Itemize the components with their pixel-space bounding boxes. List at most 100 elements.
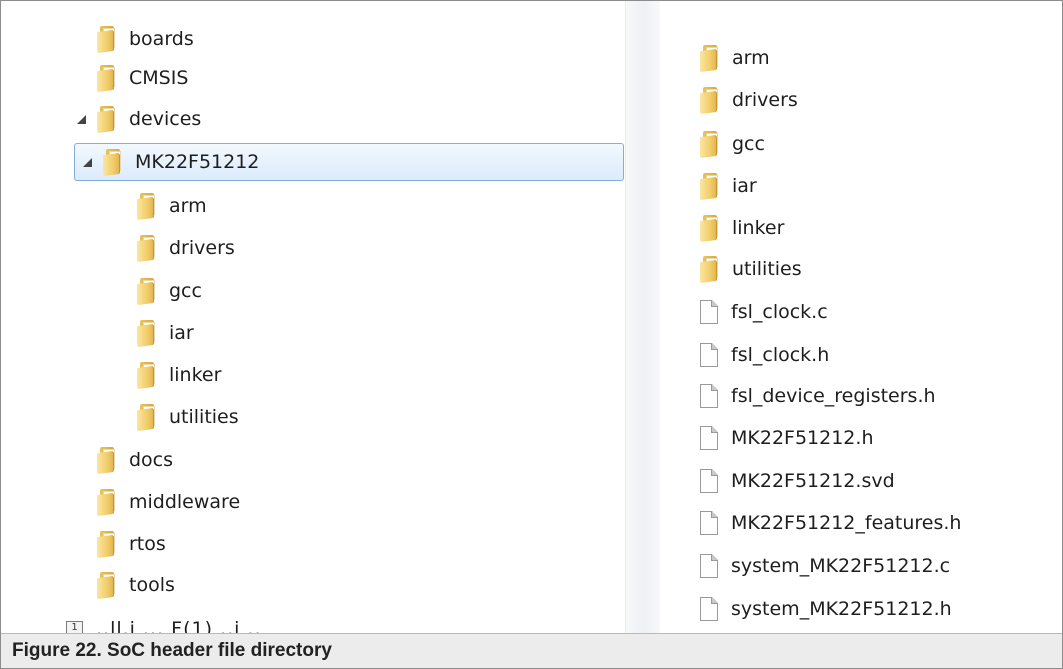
folder-icon [700,215,720,243]
folder-icon [700,87,720,115]
tree-item-label: arm [169,195,207,217]
file-list-item[interactable]: system_MK22F51212.c [700,547,950,585]
file-name-label: iar [732,175,757,197]
tree-item-label: devices [129,108,202,130]
folder-icon [97,531,117,559]
file-name-label: arm [732,47,770,69]
tree-item-docs[interactable]: docs [75,441,173,479]
file-icon [700,469,718,493]
figure-caption: Figure 22. SoC header file directory [1,633,1062,668]
tree-item-gcc[interactable]: gcc [115,272,202,310]
navigation-tree-pane[interactable]: boards CMSIS devices MK22F51212 arm drivers gc… [1,1,625,633]
tree-item-partial[interactable]: ..ll.i ... F(1) ..i .. [96,618,262,633]
folder-icon [97,447,117,475]
file-name-label: MK22F51212.h [731,427,874,449]
folder-icon [700,45,720,73]
file-list-item[interactable]: MK22F51212_features.h [700,504,961,542]
folder-icon [137,362,157,390]
tree-item-tools[interactable]: tools [75,566,175,604]
file-name-label: drivers [732,89,798,111]
tree-item-rtos[interactable]: rtos [75,525,166,563]
collapse-triangle-icon[interactable] [115,368,129,382]
file-list-item[interactable]: fsl_clock.h [700,336,829,374]
collapse-triangle-icon[interactable] [75,578,89,592]
file-name-label: fsl_device_registers.h [731,385,936,407]
file-list-item[interactable]: MK22F51212.svd [700,462,895,500]
folder-list-item[interactable]: linker [700,209,784,247]
collapse-triangle-icon[interactable] [75,71,89,85]
tree-item-label: middleware [129,491,241,513]
tree-item-iar[interactable]: iar [115,314,194,352]
tree-item-label: drivers [169,237,235,259]
collapse-triangle-icon[interactable] [75,453,89,467]
file-icon [700,554,718,578]
expand-triangle-icon[interactable] [75,112,89,126]
file-icon [700,343,718,367]
tree-item-linker[interactable]: linker [115,356,221,394]
tree-item-label: linker [169,364,222,386]
tree-item-label: rtos [129,533,166,555]
file-list-item[interactable]: fsl_clock.c [700,293,828,331]
tree-item-devices[interactable]: devices [75,100,201,138]
collapse-triangle-icon[interactable] [75,495,89,509]
tree-item-label: tools [129,574,175,596]
file-icon [700,300,718,324]
tree-item-label: docs [129,449,174,471]
folder-icon [700,173,720,201]
folder-list-item[interactable]: iar [700,167,757,205]
collapse-triangle-icon[interactable] [75,537,89,551]
file-list-pane[interactable]: arm drivers gcc iar linker utilities fsl_clock… [659,1,1062,633]
collapse-triangle-icon[interactable] [75,32,89,46]
file-name-label: system_MK22F51212.h [731,598,952,620]
file-name-label: MK22F51212_features.h [731,512,962,534]
tree-item-utilities[interactable]: utilities [115,398,239,436]
pane-splitter[interactable] [625,1,660,633]
folder-list-item[interactable]: utilities [700,250,802,288]
folder-icon [103,149,123,177]
folder-icon [137,404,157,432]
file-icon [700,597,718,621]
folder-icon [137,278,157,306]
file-name-label: system_MK22F51212.c [731,555,951,577]
tree-item-label: boards [129,28,194,50]
file-icon [700,511,718,535]
folder-icon [137,235,157,263]
figure-frame: boards CMSIS devices MK22F51212 arm drivers gc… [0,0,1063,669]
tree-item-boards[interactable]: boards [75,20,194,58]
folder-icon [97,65,117,93]
file-icon [700,426,718,450]
file-name-label: fsl_clock.c [731,301,828,323]
tree-item-cmsis[interactable]: CMSIS [75,59,188,97]
folder-icon [97,26,117,54]
file-list-item[interactable]: fsl_device_registers.h [700,377,936,415]
folder-icon [137,320,157,348]
explorer-window: boards CMSIS devices MK22F51212 arm drivers gc… [1,1,1062,633]
folder-icon [700,131,720,159]
file-list-item[interactable]: system_MK22F51212.h [700,590,952,628]
folder-list-item[interactable]: gcc [700,125,765,163]
tree-item-label: MK22F51212 [135,151,260,173]
folder-list-item[interactable]: arm [700,39,770,77]
file-name-label: MK22F51212.svd [731,470,895,492]
folder-icon [97,489,117,517]
file-name-label: linker [732,217,785,239]
file-name-label: gcc [732,133,765,155]
tree-item-label: CMSIS [129,67,189,89]
tree-item-label: gcc [169,280,202,302]
tree-item-label: utilities [169,406,239,428]
expand-triangle-icon[interactable] [81,155,95,169]
tree-item-mk22f51212[interactable]: MK22F51212 [74,143,624,181]
tree-item-middleware[interactable]: middleware [75,483,240,521]
file-icon [700,384,718,408]
tree-item-drivers[interactable]: drivers [115,229,235,267]
file-name-label: fsl_clock.h [731,344,830,366]
file-list-item[interactable]: MK22F51212.h [700,419,873,457]
folder-icon [97,572,117,600]
folder-icon [97,106,117,134]
folder-list-item[interactable]: drivers [700,81,798,119]
folder-icon [137,193,157,221]
tree-item-arm[interactable]: arm [115,187,207,225]
tree-item-label: iar [169,322,194,344]
file-name-label: utilities [732,258,802,280]
folder-icon [700,256,720,284]
